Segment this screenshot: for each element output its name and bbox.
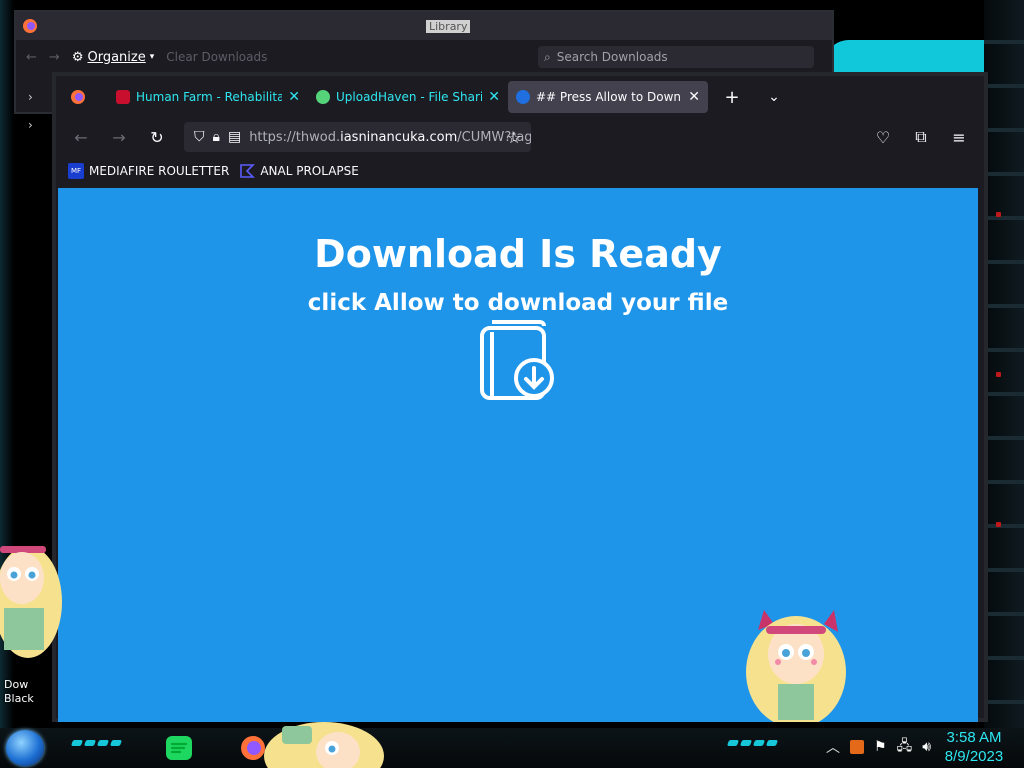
close-icon[interactable]: ✕ [288, 89, 300, 105]
new-tab-button[interactable]: + [714, 87, 750, 108]
spotify-icon [166, 736, 192, 760]
page-content: Download Is Ready click Allow to downloa… [58, 188, 978, 722]
volume-icon[interactable]: 🔊︎ [922, 739, 931, 755]
library-titlebar: Library [16, 12, 832, 40]
tab-label: ## Press Allow to Download [536, 90, 682, 104]
clock-date: 8/9/2023 [944, 748, 1004, 765]
back-button[interactable]: ← [64, 122, 98, 152]
cloud-icon [316, 90, 330, 104]
library-sidebar: › › [16, 84, 46, 140]
shield-icon[interactable]: ⛉ [194, 129, 205, 145]
chevron-down-icon: ▾ [149, 52, 155, 62]
reload-button[interactable]: ↻ [140, 122, 174, 152]
back-icon[interactable]: ← [26, 50, 37, 65]
bookmarks-toolbar: MF MEDIAFIRE ROULETTER ANAL PROLAPSE [56, 156, 984, 186]
search-placeholder: Search Downloads [556, 50, 668, 64]
gear-icon: ⚙ [71, 49, 84, 65]
tab-press-allow[interactable]: ## Press Allow to Download ✕ [508, 81, 708, 113]
taskbar-clock[interactable]: 3:58 AM 8/9/2023 [934, 728, 1014, 766]
firefox-icon [23, 19, 37, 33]
tab-uploadhaven[interactable]: UploadHaven - File Sharing ✕ [308, 81, 508, 113]
blue-drop-icon [516, 90, 530, 104]
url-prefix: https://thwod. [249, 129, 341, 145]
bookmark-label: ANAL PROLAPSE [260, 164, 359, 178]
firefox-icon [71, 90, 85, 104]
bookmark-mediafire[interactable]: MF MEDIAFIRE ROULETTER [68, 163, 229, 179]
forward-button[interactable]: → [102, 122, 136, 152]
flag-icon[interactable]: ⚑ [874, 739, 887, 755]
bookmark-star-icon[interactable]: ☆ [497, 122, 531, 152]
extensions-icon[interactable]: ⧉ [904, 122, 938, 152]
url-text: https://thwod.iasninancuka.com/CUMW?tag_… [249, 130, 531, 145]
library-title: Library [426, 19, 471, 33]
taskbar-decoration [726, 740, 779, 746]
organize-label: Organize [87, 49, 146, 65]
chevron-right-icon[interactable]: › [16, 84, 46, 112]
forward-icon[interactable]: → [49, 50, 60, 65]
search-icon: ⌕ [544, 49, 551, 64]
clock-time: 3:58 AM [946, 729, 1002, 746]
download-book-icon [480, 320, 554, 400]
desktop-right-frame [984, 0, 1024, 730]
lock-icon[interactable]: 🔒︎ [213, 129, 220, 145]
menu-icon[interactable]: ≡ [942, 122, 976, 152]
desktop-icon-label[interactable]: Dow Black [4, 678, 44, 706]
desktop-red-light [996, 212, 1001, 217]
close-icon[interactable]: ✕ [488, 89, 500, 105]
taskbar-decoration [70, 740, 123, 746]
nav-bar: ← → ↻ ⛉ 🔒︎ ▤ https://thwod.iasninancuka.… [56, 118, 984, 156]
bookmark-shape-icon [240, 164, 256, 178]
cartoon-girl-sticker [0, 546, 62, 658]
mediafire-icon: MF [68, 163, 84, 179]
page-info-icon[interactable]: ▤ [228, 129, 241, 145]
system-tray: ︿ ⚑ 🖧︎ 🔊︎ [826, 732, 931, 762]
cartoon-girl-sticker [264, 722, 384, 768]
tab-label: Human Farm - Rehabilitati [136, 90, 283, 104]
tab-label: UploadHaven - File Sharing [336, 90, 483, 104]
url-host: iasninancuka.com [340, 129, 458, 145]
list-tabs-button[interactable]: ⌄ [756, 89, 792, 105]
page-headline: Download Is Ready [314, 232, 722, 276]
search-downloads-input[interactable]: ⌕ Search Downloads [538, 46, 814, 68]
desktop-red-light [996, 522, 1001, 527]
close-icon[interactable]: ✕ [688, 89, 700, 105]
taskbar-spotify-icon[interactable] [164, 734, 194, 762]
chevron-right-icon[interactable]: › [16, 112, 46, 140]
app-tray-icon[interactable] [850, 740, 864, 754]
tab-bar: Human Farm - Rehabilitati ✕ UploadHaven … [56, 76, 984, 118]
start-button[interactable] [6, 730, 44, 766]
organize-button[interactable]: ⚙ Organize ▾ [72, 50, 154, 65]
desktop-red-light [996, 372, 1001, 377]
library-toolbar: ← → ⚙ Organize ▾ Clear Downloads ⌕ Searc… [16, 40, 832, 74]
bookmark-second[interactable]: ANAL PROLAPSE [239, 163, 359, 179]
clear-downloads-button[interactable]: Clear Downloads [166, 50, 267, 64]
red-figure-icon [116, 90, 130, 104]
tab-human-farm[interactable]: Human Farm - Rehabilitati ✕ [108, 81, 308, 113]
bookmark-label: MEDIAFIRE ROULETTER [89, 164, 230, 178]
network-icon[interactable]: 🖧︎ [897, 735, 913, 759]
tab-pinned-firefox[interactable] [56, 81, 100, 113]
pocket-icon[interactable]: ♡ [866, 122, 900, 152]
overflow-icon[interactable]: ︿ [826, 737, 840, 757]
cartoon-girl-sticker [746, 610, 846, 722]
page-subline: click Allow to download your file [307, 290, 729, 316]
url-bar[interactable]: ⛉ 🔒︎ ▤ https://thwod.iasninancuka.com/CU… [184, 122, 531, 152]
browser-window: Human Farm - Rehabilitati ✕ UploadHaven … [52, 72, 988, 722]
